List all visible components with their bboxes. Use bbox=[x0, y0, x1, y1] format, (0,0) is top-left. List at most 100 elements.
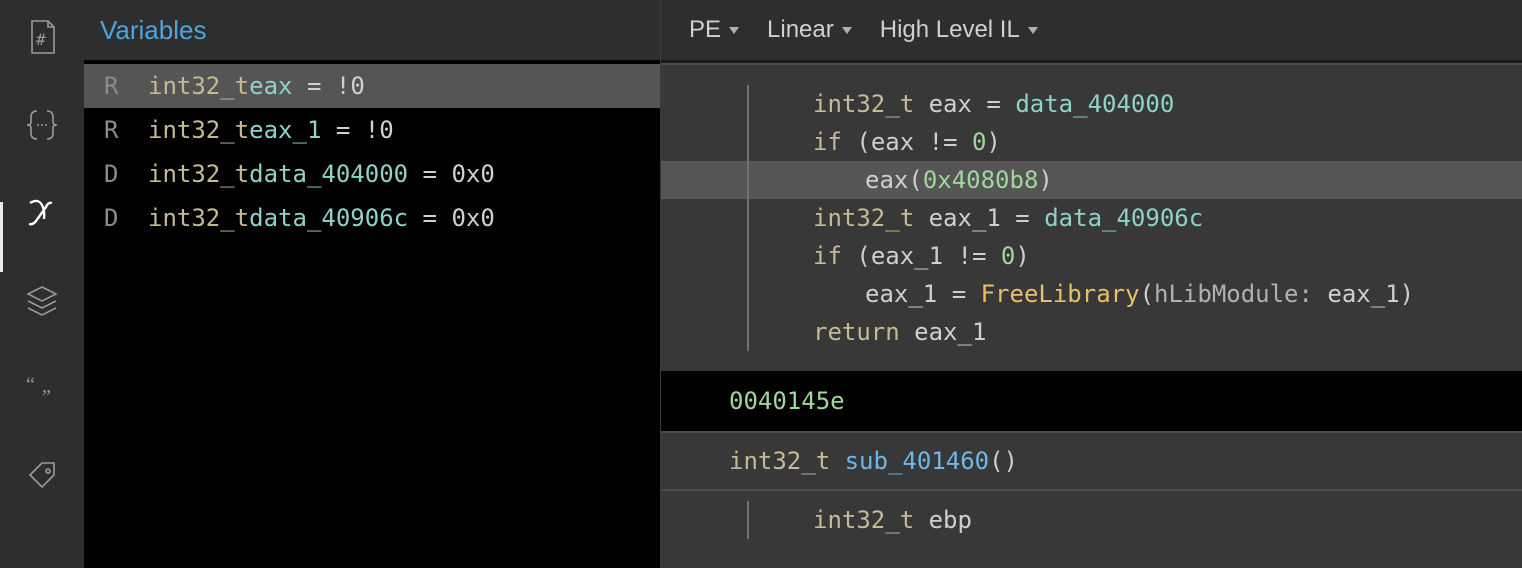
token: eax bbox=[871, 128, 914, 156]
gutter bbox=[679, 501, 749, 539]
variable-tag: R bbox=[104, 72, 148, 100]
function-name: sub_401460 bbox=[845, 447, 990, 475]
variable-name: data_40906c bbox=[249, 204, 408, 232]
token: 0x4080b8 bbox=[923, 166, 1039, 194]
code-body: int32_t eax = data_404000if (eax != 0)ea… bbox=[661, 65, 1522, 568]
token: if bbox=[813, 128, 842, 156]
param-list: () bbox=[989, 447, 1018, 475]
equals: = bbox=[293, 72, 336, 100]
variable-val: 0x0 bbox=[451, 160, 494, 188]
decompiler-panel: PE Linear High Level IL int32_t eax = da… bbox=[661, 0, 1522, 568]
variable-row[interactable]: Dint32_t data_404000 = 0x0 bbox=[84, 152, 660, 196]
token: eax bbox=[929, 90, 972, 118]
code-row[interactable]: return eax_1 bbox=[661, 313, 1522, 351]
svg-text:“: “ bbox=[26, 374, 35, 396]
token: ( bbox=[908, 166, 922, 194]
token bbox=[914, 506, 928, 534]
variable-row[interactable]: Rint32_t eax_1 = !0 bbox=[84, 108, 660, 152]
gutter bbox=[679, 199, 749, 237]
sidebar-selection-indicator bbox=[0, 202, 3, 272]
token: ( bbox=[842, 242, 871, 270]
token: FreeLibrary bbox=[981, 280, 1140, 308]
token: ebp bbox=[929, 506, 972, 534]
token: data_40906c bbox=[1044, 204, 1203, 232]
equals: = bbox=[408, 204, 451, 232]
variable-type: int32_t bbox=[148, 204, 249, 232]
il-level-dropdown[interactable]: High Level IL bbox=[880, 16, 1038, 44]
svg-text:#: # bbox=[36, 30, 46, 49]
sidebar-icon-strip: # “” bbox=[0, 0, 84, 568]
gutter bbox=[679, 123, 749, 161]
chevron-down-icon bbox=[1028, 27, 1038, 34]
equals: = bbox=[321, 116, 364, 144]
gutter bbox=[679, 237, 749, 275]
token bbox=[914, 90, 928, 118]
il-level-label: High Level IL bbox=[880, 16, 1020, 44]
variable-tag: R bbox=[104, 116, 148, 144]
tag-icon[interactable] bbox=[19, 454, 65, 500]
token: eax_1 bbox=[865, 280, 937, 308]
token: ) bbox=[1400, 280, 1414, 308]
token: = bbox=[972, 90, 1015, 118]
variable-row[interactable]: Rint32_t eax = !0 bbox=[84, 64, 660, 108]
token bbox=[900, 318, 914, 346]
chevron-down-icon bbox=[842, 27, 852, 34]
gutter bbox=[679, 275, 749, 313]
variable-tag: D bbox=[104, 204, 148, 232]
token bbox=[914, 204, 928, 232]
variables-list: Rint32_t eax = !0Rint32_t eax_1 = !0Dint… bbox=[84, 60, 660, 568]
token: = bbox=[1001, 204, 1044, 232]
variable-type: int32_t bbox=[148, 160, 249, 188]
variables-panel: Variables Rint32_t eax = !0Rint32_t eax_… bbox=[84, 0, 661, 568]
token: 0 bbox=[1001, 242, 1015, 270]
code-row[interactable]: if (eax != 0) bbox=[661, 123, 1522, 161]
variable-tag: D bbox=[104, 160, 148, 188]
token: int32_t bbox=[813, 90, 914, 118]
function-signature-row[interactable]: int32_t sub_401460() bbox=[661, 431, 1522, 491]
token: = bbox=[937, 280, 980, 308]
token: eax_1 bbox=[1327, 280, 1399, 308]
quotes-icon[interactable]: “” bbox=[19, 366, 65, 412]
token: int32_t bbox=[813, 506, 914, 534]
code-row[interactable]: if (eax_1 != 0) bbox=[661, 237, 1522, 275]
variables-panel-title: Variables bbox=[84, 0, 660, 60]
code-row[interactable]: int32_t eax_1 = data_40906c bbox=[661, 199, 1522, 237]
svg-text:”: ” bbox=[42, 386, 51, 408]
code-row[interactable]: int32_t ebp bbox=[661, 501, 1522, 539]
address-row[interactable]: 0040145e bbox=[661, 371, 1522, 431]
decompiler-header: PE Linear High Level IL bbox=[661, 0, 1522, 60]
variable-name: eax_1 bbox=[249, 116, 321, 144]
hash-file-icon[interactable]: # bbox=[19, 14, 65, 60]
braces-icon[interactable] bbox=[19, 102, 65, 148]
token: ) bbox=[986, 128, 1000, 156]
layers-icon[interactable] bbox=[19, 278, 65, 324]
variable-val: 0x0 bbox=[451, 204, 494, 232]
spacer bbox=[661, 351, 1522, 371]
code-row[interactable]: eax_1 = FreeLibrary(hLibModule: eax_1) bbox=[661, 275, 1522, 313]
token: data_404000 bbox=[1015, 90, 1174, 118]
variables-x-icon[interactable] bbox=[19, 190, 65, 236]
token: ( bbox=[842, 128, 871, 156]
code-row[interactable]: int32_t eax = data_404000 bbox=[661, 85, 1522, 123]
view-mode-dropdown[interactable]: Linear bbox=[767, 16, 852, 44]
spacer bbox=[661, 65, 1522, 85]
token: if bbox=[813, 242, 842, 270]
gutter bbox=[679, 161, 749, 199]
equals: = bbox=[408, 160, 451, 188]
token: 0 bbox=[972, 128, 986, 156]
token: eax_1 bbox=[929, 204, 1001, 232]
gutter bbox=[679, 313, 749, 351]
variable-row[interactable]: Dint32_t data_40906c = 0x0 bbox=[84, 196, 660, 240]
variable-val: !0 bbox=[365, 116, 394, 144]
view-mode-label: Linear bbox=[767, 16, 834, 44]
file-type-dropdown[interactable]: PE bbox=[689, 16, 739, 44]
token: ( bbox=[1140, 280, 1154, 308]
variable-name: data_404000 bbox=[249, 160, 408, 188]
variable-type: int32_t bbox=[148, 116, 249, 144]
token: eax_1 bbox=[914, 318, 986, 346]
token: ) bbox=[1015, 242, 1029, 270]
code-row[interactable]: eax(0x4080b8) bbox=[661, 161, 1522, 199]
return-type: int32_t bbox=[729, 447, 830, 475]
token: != bbox=[943, 242, 1001, 270]
gutter bbox=[679, 85, 749, 123]
